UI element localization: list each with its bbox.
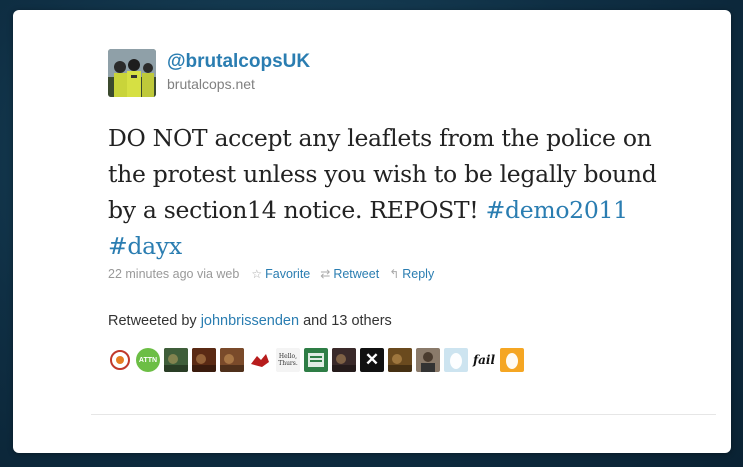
avatar-emblem[interactable] — [108, 348, 132, 372]
avatar-smoke-photo[interactable] — [220, 348, 244, 372]
star-icon: ☆ — [251, 267, 263, 281]
hashtag-demo2011-link[interactable]: #demo2011 — [486, 196, 628, 224]
retweeted-prefix: Retweeted by — [108, 313, 201, 329]
retweeted-by: Retweeted by johnbrissenden and 13 other… — [108, 313, 392, 329]
avatar-fire-photo[interactable] — [192, 348, 216, 372]
avatar-green-sign[interactable] — [304, 348, 328, 372]
hashtag-dayx-link[interactable]: #dayx — [108, 232, 182, 260]
avatar-attn[interactable]: ATTN — [136, 348, 160, 372]
tweet-text: DO NOT accept any leaflets from the poli… — [108, 120, 668, 264]
favorite-button[interactable]: ☆ Favorite — [251, 267, 310, 281]
favorite-label: Favorite — [265, 267, 311, 281]
retweet-label: Retweet — [333, 267, 380, 281]
user-website[interactable]: brutalcops.net — [167, 76, 255, 92]
avatar-dark-photo[interactable] — [332, 348, 356, 372]
avatar-green-photo[interactable] — [164, 348, 188, 372]
reply-button[interactable]: ↰ Reply — [389, 267, 434, 281]
avatar-fail-text[interactable]: fail — [472, 348, 496, 372]
avatar-hello-text[interactable]: Hello, Thurs. — [276, 348, 300, 372]
tweet-timestamp[interactable]: 22 minutes ago via web — [108, 267, 239, 281]
avatar-brown-photo[interactable] — [388, 348, 412, 372]
tweet-card: @brutalcopsUK brutalcops.net DO NOT acce… — [13, 10, 731, 453]
avatar-x-mark[interactable]: ✕ — [360, 348, 384, 372]
reply-icon: ↰ — [389, 267, 400, 281]
divider — [91, 414, 716, 415]
tweet-meta: 22 minutes ago via web ☆ Favorite ⇄ Retw… — [108, 267, 434, 281]
avatar-red-dragon[interactable] — [248, 348, 272, 372]
avatar-egg-blue[interactable] — [444, 348, 468, 372]
retweeter-avatars: ATTN Hello, Thurs. ✕ fail — [108, 348, 524, 372]
avatar-egg-orange[interactable] — [500, 348, 524, 372]
retweet-button[interactable]: ⇄ Retweet — [320, 267, 379, 281]
user-avatar[interactable] — [108, 49, 156, 97]
retweeter-link[interactable]: johnbrissenden — [201, 313, 299, 329]
retweeted-suffix: and 13 others — [299, 313, 392, 329]
retweet-icon: ⇄ — [320, 267, 331, 281]
user-handle-link[interactable]: @brutalcopsUK — [167, 51, 310, 73]
reply-label: Reply — [402, 267, 435, 281]
avatar-man-photo[interactable] — [416, 348, 440, 372]
